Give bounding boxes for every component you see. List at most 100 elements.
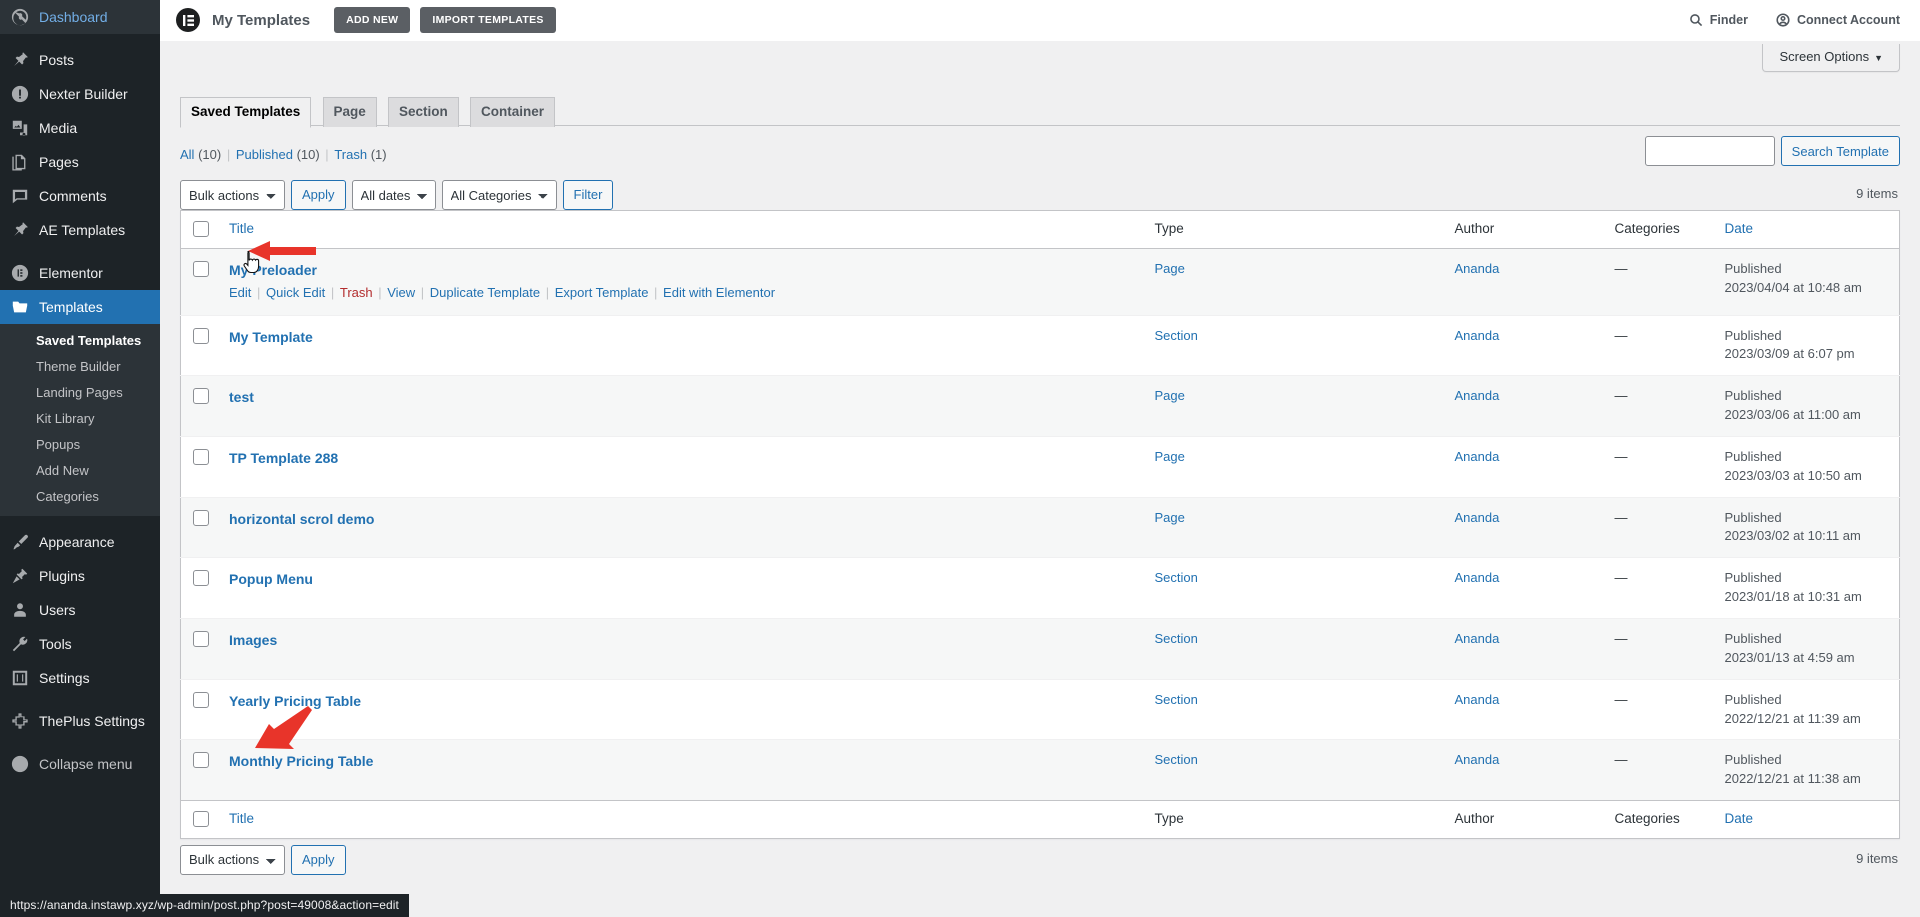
sidebar-subitem-add-new[interactable]: Add New: [0, 458, 160, 484]
apply-button-top[interactable]: Apply: [291, 180, 346, 210]
row-checkbox[interactable]: [193, 388, 209, 404]
sidebar-subitem-categories[interactable]: Categories: [0, 484, 160, 510]
row-action-quick-edit[interactable]: Quick Edit: [266, 285, 325, 300]
row-title-link[interactable]: Yearly Pricing Table: [229, 693, 361, 709]
row-type-link[interactable]: Section: [1155, 631, 1198, 646]
row-type-link[interactable]: Page: [1155, 510, 1185, 525]
sidebar-collapse-menu[interactable]: Collapse menu: [0, 747, 160, 781]
bulk-actions-select-bottom[interactable]: Bulk actions: [180, 845, 285, 875]
row-title-link[interactable]: horizontal scrol demo: [229, 511, 374, 527]
row-checkbox[interactable]: [193, 510, 209, 526]
select-all-checkbox-bottom[interactable]: [193, 811, 209, 827]
apply-button-bottom[interactable]: Apply: [291, 845, 346, 875]
row-author-link[interactable]: Ananda: [1455, 631, 1500, 646]
sidebar-item-users[interactable]: Users: [0, 593, 160, 627]
tab-saved-templates[interactable]: Saved Templates: [180, 97, 311, 128]
filter-all[interactable]: All (10) |: [180, 142, 232, 168]
row-action-view[interactable]: View: [387, 285, 415, 300]
row-action-duplicate-template[interactable]: Duplicate Template: [430, 285, 540, 300]
row-title-link[interactable]: Popup Menu: [229, 571, 313, 587]
row-action-export-template[interactable]: Export Template: [555, 285, 649, 300]
row-title-link[interactable]: My Template: [229, 329, 313, 345]
sidebar-item-comments[interactable]: Comments: [0, 179, 160, 213]
sidebar-item-theplus-settings[interactable]: ThePlus Settings: [0, 704, 160, 738]
sidebar-subitem-popups[interactable]: Popups: [0, 432, 160, 458]
search-template-button[interactable]: Search Template: [1781, 136, 1900, 166]
filter-trash[interactable]: Trash (1): [334, 142, 386, 168]
category-filter-select[interactable]: All Categories: [442, 180, 557, 210]
sidebar-item-settings[interactable]: Settings: [0, 661, 160, 695]
row-title-link[interactable]: My Preloader: [229, 262, 317, 278]
row-checkbox[interactable]: [193, 752, 209, 768]
row-author-link[interactable]: Ananda: [1455, 388, 1500, 403]
row-checkbox[interactable]: [193, 631, 209, 647]
filter-button[interactable]: Filter: [563, 180, 614, 210]
row-author-link[interactable]: Ananda: [1455, 328, 1500, 343]
filter-trash-link[interactable]: Trash: [334, 147, 367, 162]
row-action-edit-with-elementor[interactable]: Edit with Elementor: [663, 285, 775, 300]
row-checkbox[interactable]: [193, 692, 209, 708]
sidebar-subitem-saved-templates[interactable]: Saved Templates: [0, 328, 160, 354]
search-input[interactable]: [1645, 136, 1775, 166]
row-categories-cell: —: [1605, 679, 1715, 740]
row-type-link[interactable]: Section: [1155, 570, 1198, 585]
sidebar-subitem-kit-library[interactable]: Kit Library: [0, 406, 160, 432]
sidebar-item-tools[interactable]: Tools: [0, 627, 160, 661]
bulk-actions-select[interactable]: Bulk actions: [180, 180, 285, 210]
sidebar-subitem-landing-pages[interactable]: Landing Pages: [0, 380, 160, 406]
row-type-link[interactable]: Section: [1155, 328, 1198, 343]
date-filter-select[interactable]: All dates: [352, 180, 436, 210]
row-action-edit[interactable]: Edit: [229, 285, 251, 300]
sidebar-item-nexter-builder[interactable]: Nexter Builder: [0, 77, 160, 111]
row-select-cell: [181, 376, 220, 437]
finder-button[interactable]: Finder: [1689, 13, 1748, 27]
row-author-link[interactable]: Ananda: [1455, 510, 1500, 525]
screen-options-button[interactable]: Screen Options▼: [1762, 44, 1900, 72]
row-checkbox[interactable]: [193, 261, 209, 277]
row-date-status: Published: [1725, 260, 1890, 279]
row-type-link[interactable]: Page: [1155, 261, 1185, 276]
row-author-link[interactable]: Ananda: [1455, 570, 1500, 585]
filter-published[interactable]: Published (10) |: [236, 142, 331, 168]
sort-title-link-bottom[interactable]: Title: [229, 811, 254, 826]
row-title-link[interactable]: test: [229, 389, 254, 405]
row-author-link[interactable]: Ananda: [1455, 692, 1500, 707]
tab-section[interactable]: Section: [388, 97, 459, 127]
tab-page[interactable]: Page: [323, 97, 377, 127]
sidebar-item-media[interactable]: Media: [0, 111, 160, 145]
sidebar-item-appearance[interactable]: Appearance: [0, 525, 160, 559]
row-checkbox[interactable]: [193, 449, 209, 465]
sidebar-subitem-theme-builder[interactable]: Theme Builder: [0, 354, 160, 380]
row-type-link[interactable]: Section: [1155, 752, 1198, 767]
connect-account-button[interactable]: Connect Account: [1776, 13, 1900, 27]
row-title-link[interactable]: Monthly Pricing Table: [229, 753, 373, 769]
filter-all-link[interactable]: All: [180, 147, 194, 162]
row-title-link[interactable]: Images: [229, 632, 277, 648]
select-all-checkbox-top[interactable]: [193, 221, 209, 237]
sidebar-item-ae-templates[interactable]: AE Templates: [0, 213, 160, 247]
sort-title-link[interactable]: Title: [229, 221, 254, 236]
row-action-trash[interactable]: Trash: [340, 285, 373, 300]
sidebar-item-templates[interactable]: Templates: [0, 290, 160, 324]
sort-date-link-bottom[interactable]: Date: [1725, 811, 1754, 826]
row-type-link[interactable]: Page: [1155, 388, 1185, 403]
sidebar-item-elementor[interactable]: Elementor: [0, 256, 160, 290]
filter-published-link[interactable]: Published: [236, 147, 293, 162]
tab-container[interactable]: Container: [470, 97, 555, 127]
row-type-link[interactable]: Section: [1155, 692, 1198, 707]
sidebar-item-plugins[interactable]: Plugins: [0, 559, 160, 593]
add-new-button[interactable]: ADD NEW: [334, 7, 410, 33]
row-checkbox[interactable]: [193, 328, 209, 344]
row-type-link[interactable]: Page: [1155, 449, 1185, 464]
sidebar-item-posts[interactable]: Posts: [0, 43, 160, 77]
row-checkbox[interactable]: [193, 570, 209, 586]
row-title-cell: Monthly Pricing Table: [219, 740, 1145, 801]
sort-date-link[interactable]: Date: [1725, 221, 1754, 236]
sidebar-item-dashboard[interactable]: Dashboard: [0, 0, 160, 34]
row-author-link[interactable]: Ananda: [1455, 261, 1500, 276]
sidebar-item-pages[interactable]: Pages: [0, 145, 160, 179]
import-templates-button[interactable]: IMPORT TEMPLATES: [420, 7, 555, 33]
row-title-link[interactable]: TP Template 288: [229, 450, 338, 466]
row-author-link[interactable]: Ananda: [1455, 449, 1500, 464]
row-author-link[interactable]: Ananda: [1455, 752, 1500, 767]
